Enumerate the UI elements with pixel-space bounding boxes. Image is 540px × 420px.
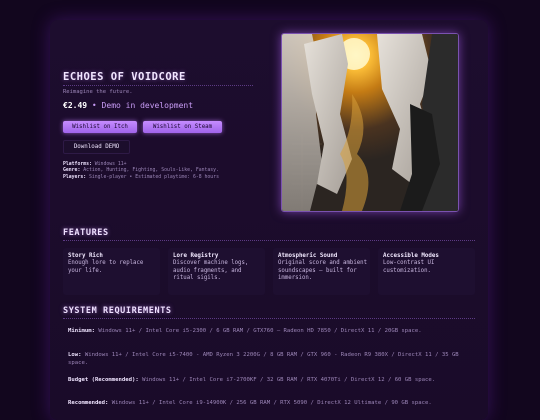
key-art-illustration: [282, 34, 458, 211]
requirements-heading: SYSTEM REQUIREMENTS: [63, 306, 172, 316]
game-key-art: [281, 33, 459, 212]
requirement-budget: Budget (Recommended): Windows 11+ / Inte…: [68, 377, 436, 383]
feature-desc: Discover machine logs, audio fragments, …: [173, 260, 249, 282]
game-page: ECHOES OF VOIDCORE Reimagine the future.…: [50, 20, 488, 420]
game-tagline: Reimagine the future.: [63, 89, 133, 95]
price: €2.49: [63, 101, 88, 110]
feature-title: Accessible Modes: [383, 253, 439, 259]
feature-title: Story Rich: [68, 253, 103, 259]
requirement-minimum: Minimum: Windows 11+ / Intel Core i5-230…: [68, 328, 422, 334]
requirements-divider: [63, 318, 475, 319]
feature-card: Atmospheric Sound Original score and amb…: [273, 248, 370, 295]
feature-card: Lore Registry Discover machine logs, aud…: [168, 248, 265, 295]
game-meta: Platforms: Windows 11+ Genre: Action, Hu…: [63, 162, 219, 181]
meta-players: Players: Single-player • Estimated playt…: [63, 174, 219, 180]
feature-card: Accessible Modes Low-contrast UI customi…: [378, 248, 475, 295]
feature-title: Lore Registry: [173, 253, 219, 259]
features-heading: FEATURES: [63, 228, 109, 238]
hero-section: ECHOES OF VOIDCORE Reimagine the future.…: [50, 20, 488, 232]
wishlist-steam-button[interactable]: Wishlist on Steam: [143, 121, 222, 133]
feature-desc: Enough lore to replace your life.: [68, 260, 144, 274]
price-note: • Demo in development: [91, 101, 194, 110]
feature-desc: Low-contrast UI customization.: [383, 260, 435, 274]
features-divider: [63, 240, 475, 241]
requirement-recommended: Recommended: Windows 11+ / Intel Core i9…: [68, 400, 432, 406]
feature-desc: Original score and ambient soundscapes —…: [278, 260, 368, 282]
wishlist-itch-button[interactable]: Wishlist on Itch: [63, 121, 137, 133]
feature-card: Story Rich Enough lore to replace your l…: [63, 248, 160, 295]
download-demo-button[interactable]: Download DEMO: [63, 140, 130, 154]
requirement-low: Low: Windows 11+ / Intel Core i5-7400 - …: [68, 352, 459, 366]
feature-title: Atmospheric Sound: [278, 253, 338, 259]
game-title: ECHOES OF VOIDCORE: [63, 71, 253, 86]
price-row: €2.49 • Demo in development: [63, 101, 193, 110]
